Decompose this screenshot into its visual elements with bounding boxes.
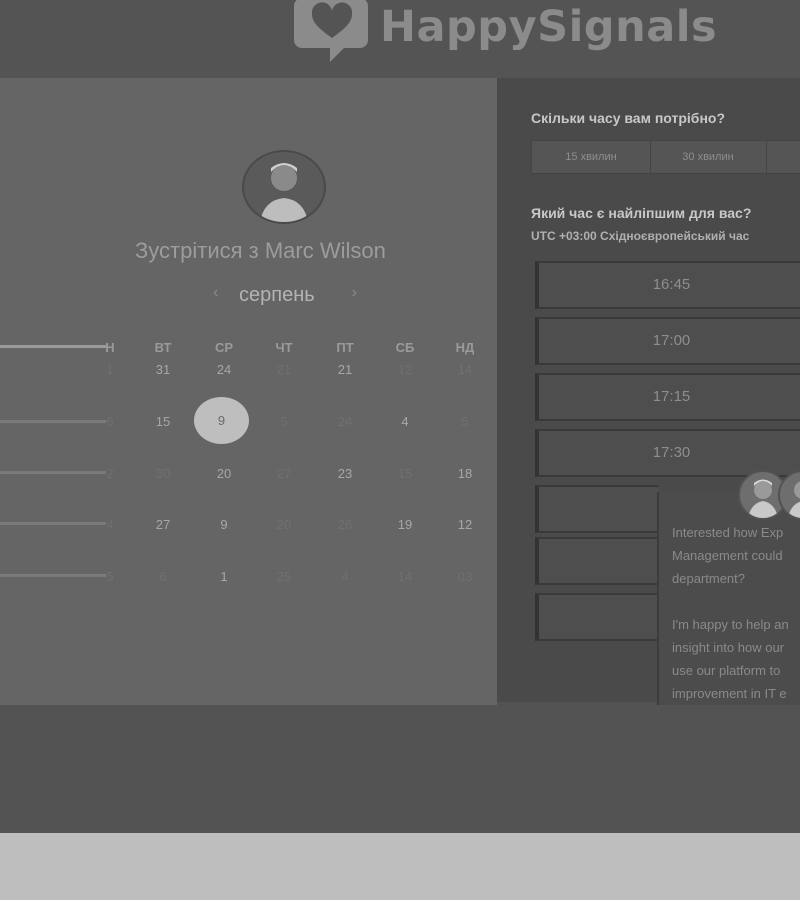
chat-line: I'm happy to help an [672, 617, 789, 632]
chat-line: improvement in IT e [672, 686, 787, 701]
calendar-day[interactable]: 23 [330, 466, 360, 481]
calendar-day[interactable]: 4 [390, 414, 420, 429]
chat-line: Management could [672, 548, 783, 563]
chat-line: department? [672, 571, 745, 586]
header: HappySignals [0, 0, 800, 78]
person-icon [788, 481, 800, 518]
calendar-day: 27 [276, 466, 292, 481]
footer-area [0, 705, 800, 833]
time-slot[interactable] [535, 537, 659, 585]
calendar-day: 5 [280, 414, 288, 429]
chat-line: insight into how our [672, 640, 785, 655]
weekday-header: СР [214, 340, 234, 355]
calendar-day[interactable]: 27 [148, 517, 178, 532]
duration-selector: 15 хвилин 30 хвилин [531, 140, 800, 174]
calendar-day: 14 [457, 362, 473, 377]
calendar-day[interactable]: 20 [209, 466, 239, 481]
calendar-day: 5 [461, 414, 469, 429]
calendar-day[interactable]: 15 [148, 414, 178, 429]
calendar-day: 20 [276, 517, 292, 532]
prev-month-button[interactable]: ‹ [213, 284, 218, 302]
time-slot[interactable]: 16:45 [535, 261, 800, 309]
calendar-day: 24 [337, 414, 353, 429]
time-slot[interactable] [535, 485, 659, 533]
row-divider [0, 522, 106, 525]
calendar-day[interactable]: 18 [450, 466, 480, 481]
calendar-day: 26 [337, 517, 353, 532]
calendar-day[interactable]: 9 [209, 517, 239, 532]
calendar-day: 4 [106, 517, 114, 532]
row-divider [0, 471, 106, 474]
duration-option-15[interactable]: 15 хвилин [532, 141, 651, 173]
timezone-label[interactable]: UTC +03:00 Східноєвропейський час [531, 229, 749, 243]
calendar-day: 5 [106, 569, 114, 584]
time-slot[interactable]: 17:15 [535, 373, 800, 421]
calendar-day[interactable]: 21 [330, 362, 360, 377]
time-question: Який час є найліпшим для вас? [531, 205, 752, 221]
weekday-header: НД [455, 340, 475, 355]
calendar-day: 4 [341, 569, 349, 584]
weekday-header: ЧТ [275, 340, 293, 355]
chat-line: use our platform to [672, 663, 781, 678]
calendar-day: 03 [457, 569, 473, 584]
calendar-day: 2 [106, 466, 114, 481]
weekday-header: СБ [395, 340, 415, 355]
weekday-header: ПТ [336, 340, 354, 355]
next-month-button[interactable]: › [352, 284, 357, 302]
calendar-day[interactable]: 12 [450, 517, 480, 532]
calendar-day: 21 [276, 362, 292, 377]
heart-chat-logo-icon [294, 0, 368, 62]
row-divider [0, 420, 106, 423]
calendar-day: 1 [106, 362, 114, 377]
calendar-day[interactable]: 31 [148, 362, 178, 377]
calendar-day: 12 [397, 362, 413, 377]
duration-question: Скільки часу вам потрібно? [531, 110, 726, 126]
calendar-day: 6 [106, 414, 114, 429]
row-divider [0, 345, 108, 348]
duration-option-30[interactable]: 30 хвилин [650, 141, 767, 173]
calendar-day: 14 [397, 569, 413, 584]
row-divider [0, 574, 106, 577]
calendar-day: 30 [155, 466, 171, 481]
month-navigation: ‹ серпень › [205, 284, 365, 310]
calendar-day[interactable]: 1 [209, 569, 239, 584]
month-label: серпень [239, 284, 315, 306]
host-avatar [242, 150, 326, 224]
calendar-day: 25 [276, 569, 292, 584]
calendar-day: 15 [397, 466, 413, 481]
calendar-day[interactable]: 19 [390, 517, 420, 532]
chat-line: Interested how Exp [672, 525, 784, 540]
weekday-header: ВТ [154, 340, 172, 355]
calendar-day: 6 [159, 569, 167, 584]
person-icon [260, 163, 308, 222]
brand-name: HappySignals [380, 2, 718, 52]
time-slot[interactable]: 17:00 [535, 317, 800, 365]
time-slot[interactable] [535, 593, 659, 641]
meeting-title: Зустрітися з Marc Wilson [135, 238, 386, 263]
selected-day[interactable]: 9 [194, 397, 249, 444]
calendar-day[interactable]: 24 [209, 362, 239, 377]
